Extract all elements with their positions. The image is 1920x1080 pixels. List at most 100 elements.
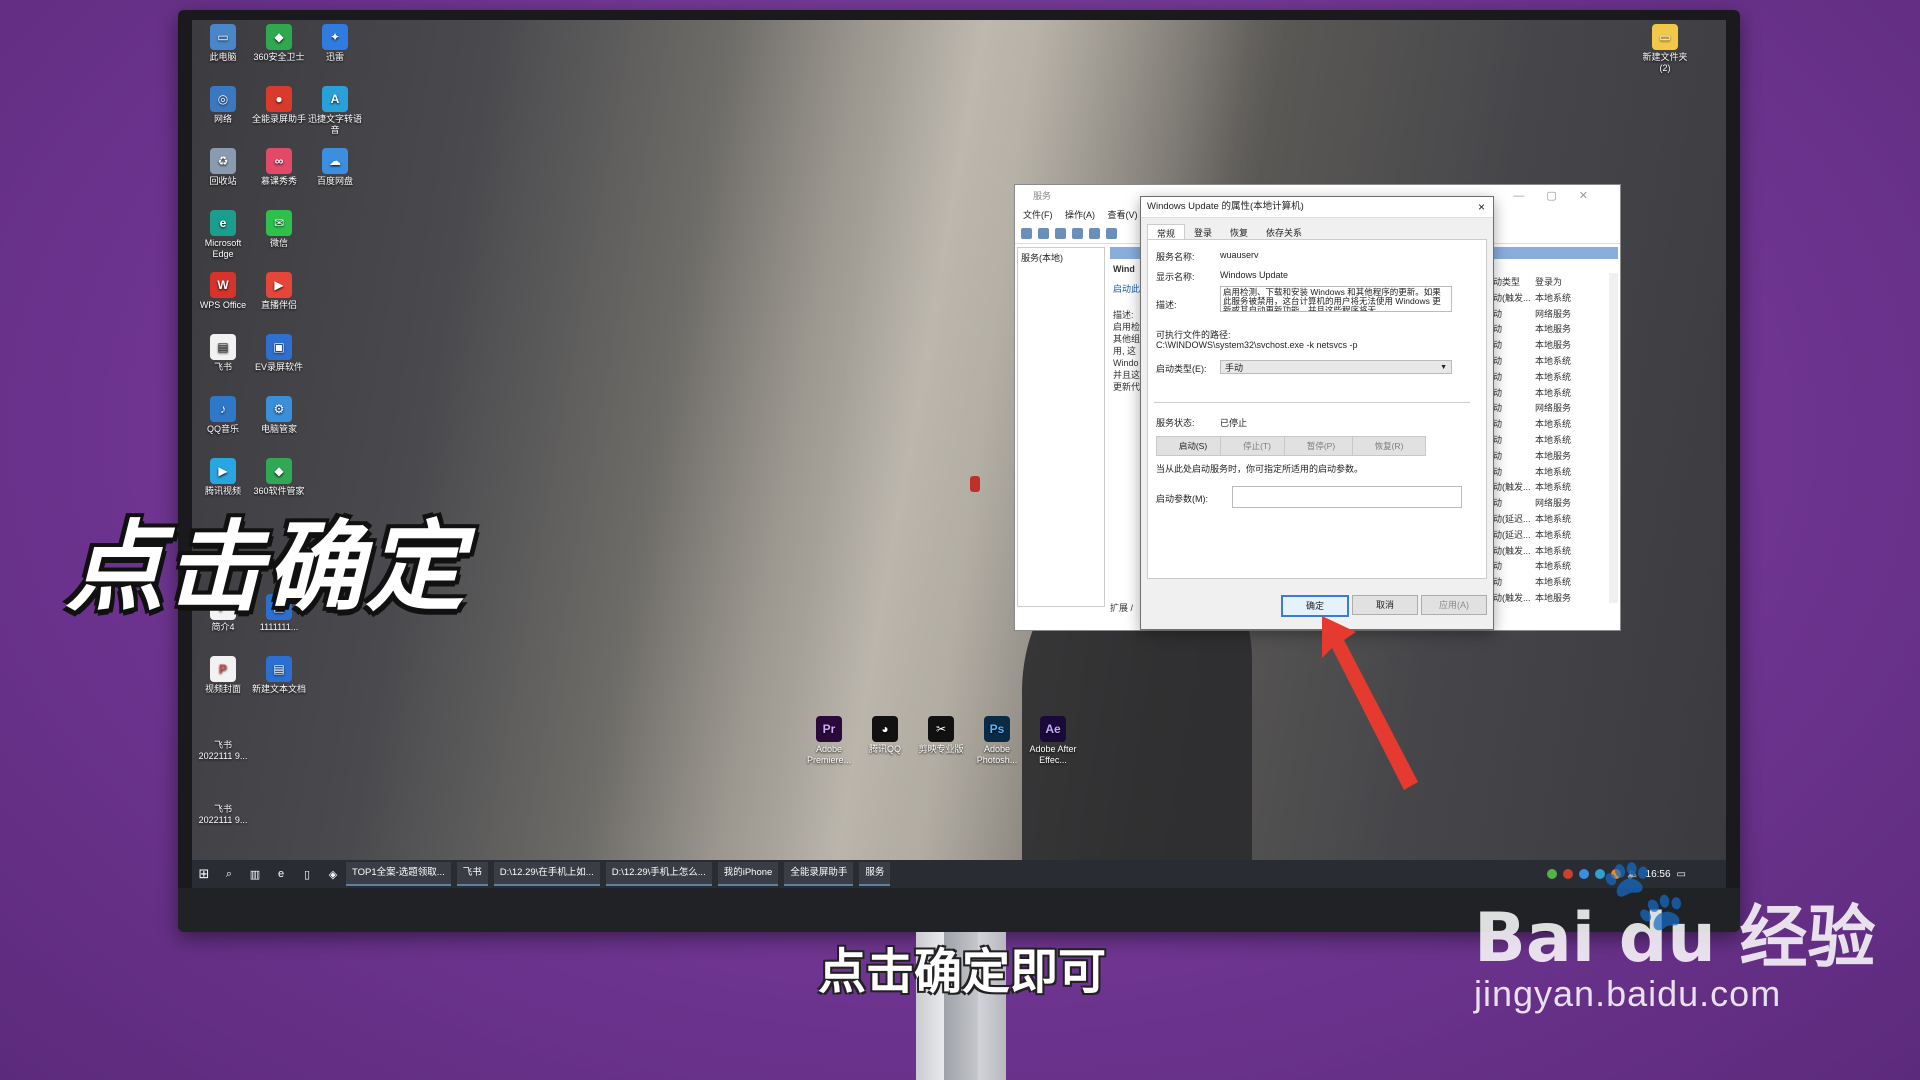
pause-button[interactable]: 暂停(P) (1284, 436, 1358, 456)
apply-button[interactable]: 应用(A) (1421, 595, 1487, 615)
tab-general[interactable]: 常规 (1147, 224, 1186, 240)
start-button[interactable]: 启动(S) (1156, 436, 1230, 456)
tab-logon[interactable]: 登录 (1185, 224, 1221, 240)
desktop-icon-muke[interactable]: ∞ 慕课秀秀 (252, 148, 306, 187)
table-row[interactable]: 动 本地服务 (1493, 338, 1603, 354)
desktop-icon-new-folder[interactable]: ▭ 新建文件夹 (2) (1638, 24, 1692, 74)
table-row[interactable]: 动(延迟... 本地系统 (1493, 528, 1603, 544)
search-icon[interactable]: ⌕ (216, 868, 242, 881)
resume-button[interactable]: 恢复(R) (1352, 436, 1426, 456)
table-row[interactable]: 动 本地系统 (1493, 386, 1603, 402)
desktop-icon-jianying[interactable]: ✂ 剪映专业版 (914, 716, 968, 755)
desktop-icon-recycle-bin[interactable]: ♻ 回收站 (196, 148, 250, 187)
desktop-icon-ev-recorder[interactable]: ▣ EV录屏软件 (252, 334, 306, 373)
description-box[interactable]: 启用检测、下载和安装 Windows 和其他程序的更新。如果此服务被禁用，这台计… (1220, 286, 1452, 312)
desktop-icon-feishu-file-2[interactable]: 飞书 2022111 9... (196, 804, 250, 826)
edge-taskbar-icon[interactable]: e (268, 868, 294, 880)
desktop-icon-feishu-file-1[interactable]: 飞书 2022111 9... (196, 740, 250, 762)
list-icon[interactable] (1072, 227, 1083, 239)
desktop-icon-this-pc[interactable]: ▭ 此电脑 (196, 24, 250, 63)
startup-type-cell: 动 (1493, 434, 1503, 445)
detail-line: 其他组 (1113, 334, 1141, 344)
services-tree: 服务(本地) (1017, 247, 1105, 607)
notepad-taskbar-icon[interactable]: ▯ (294, 868, 320, 881)
tray-app-icon[interactable] (1547, 869, 1558, 879)
startup-type-cell: 动 (1493, 498, 1503, 509)
menu-action[interactable]: 操作(A) (1065, 210, 1095, 220)
menu-view[interactable]: 查看(V) (1108, 210, 1138, 220)
desktop-icon-premiere[interactable]: Pr Adobe Premiere... (802, 716, 856, 766)
desktop-icon-network[interactable]: ◎ 网络 (196, 86, 250, 125)
table-row[interactable]: 动 本地系统 (1493, 417, 1603, 433)
menu-file[interactable]: 文件(F) (1023, 210, 1053, 220)
table-row[interactable]: 动 本地系统 (1493, 433, 1603, 449)
desktop-icon-qq[interactable]: ◕ 腾讯QQ (858, 716, 912, 755)
tray-recorder-icon[interactable] (1563, 869, 1574, 879)
desktop-icon-new-text[interactable]: ▤ 新建文本文档 (252, 656, 306, 695)
back-icon[interactable] (1021, 227, 1032, 239)
taskbar-item-recorder[interactable]: 全能录屏助手 (784, 862, 854, 886)
desktop-icon-video-cover[interactable]: P 视频封面 (196, 656, 250, 695)
desktop-icon-xunlei[interactable]: ✦ 迅雷 (308, 24, 362, 63)
table-row[interactable]: 动 本地系统 (1493, 559, 1603, 575)
start-params-hint: 当从此处启动服务时，你可指定所适用的启动参数。 (1156, 464, 1364, 474)
table-row[interactable]: 动(触发... 本地系统 (1493, 544, 1603, 560)
table-row[interactable]: 动(触发... 本地系统 (1493, 291, 1603, 307)
table-row[interactable]: 动 本地服务 (1493, 449, 1603, 465)
table-row[interactable]: 动(触发... 本地系统 (1493, 480, 1603, 496)
desktop-icon-edge[interactable]: e Microsoft Edge (196, 210, 250, 260)
table-row[interactable]: 动 本地系统 (1493, 354, 1603, 370)
taskbar-item-chrome[interactable]: TOP1全案-选题领取... (346, 862, 451, 886)
chat-icon: ✉ (266, 210, 292, 236)
desktop-icon-wps[interactable]: W WPS Office (196, 272, 250, 311)
table-row[interactable]: 动 网络服务 (1493, 307, 1603, 323)
desktop-icon-wechat[interactable]: ✉ 微信 (252, 210, 306, 249)
table-row[interactable]: 动 网络服务 (1493, 401, 1603, 417)
taskbar-item-feishu[interactable]: 飞书 (456, 862, 488, 886)
table-row[interactable]: 动(触发... 本地服务 (1493, 591, 1603, 607)
services-list-header[interactable]: 动类型 登录为 (1493, 275, 1603, 291)
export-icon[interactable] (1106, 227, 1117, 239)
tab-extended[interactable]: 扩展 / (1110, 601, 1133, 614)
table-row[interactable]: 动 网络服务 (1493, 496, 1603, 512)
tab-recovery[interactable]: 恢复 (1221, 224, 1257, 240)
windows-start-icon[interactable]: ⊞ (192, 866, 216, 882)
task-view-icon[interactable]: ▥ (242, 868, 268, 881)
table-row[interactable]: 动 本地系统 (1493, 575, 1603, 591)
desktop-icon-tts[interactable]: A 迅捷文字转语音 (308, 86, 362, 136)
desktop-icon-360[interactable]: ◆ 360安全卫士 (252, 24, 306, 63)
table-row[interactable]: 动 本地系统 (1493, 370, 1603, 386)
services-scrollbar[interactable] (1609, 273, 1618, 603)
desktop-icon-feishu[interactable]: ▤ 飞书 (196, 334, 250, 373)
desktop-icon-live[interactable]: ▶ 直播伴侣 (252, 272, 306, 311)
stop-button[interactable]: 停止(T) (1220, 436, 1294, 456)
taskbar-item-folder-1[interactable]: D:\12.29\在手机上如... (493, 862, 600, 886)
desktop-icon-baidu-netdisk[interactable]: ☁ 百度网盘 (308, 148, 362, 187)
refresh-icon[interactable] (1089, 227, 1100, 239)
app-taskbar-icon[interactable]: ◈ (320, 868, 346, 881)
desktop-icon-after-effects[interactable]: Ae Adobe After Effec... (1026, 716, 1080, 766)
tray-cloud-icon[interactable] (1579, 869, 1590, 879)
desktop-icon-pc-manager[interactable]: ⚙ 电脑管家 (252, 396, 306, 435)
taskbar-item-folder-2[interactable]: D:\12.29\手机上怎么... (605, 862, 712, 886)
tab-dependencies[interactable]: 依存关系 (1257, 224, 1311, 240)
close-icon[interactable]: × (1478, 197, 1485, 217)
taskbar-item-iphone[interactable]: 我的iPhone (717, 862, 779, 886)
console-tree-icon[interactable] (1055, 227, 1066, 239)
startup-type-select[interactable]: 手动 ▼ (1220, 360, 1452, 374)
forward-icon[interactable] (1038, 227, 1049, 239)
table-row[interactable]: 动 本地服务 (1493, 322, 1603, 338)
detail-line: 更新代 (1113, 382, 1141, 392)
detail-link[interactable]: 启动此 (1113, 283, 1143, 295)
start-params-input[interactable] (1232, 486, 1462, 508)
desktop-icon-photoshop[interactable]: Ps Adobe Photosh... (970, 716, 1024, 766)
text-file-icon: ▤ (266, 656, 292, 682)
table-row[interactable]: 动(延迟... 本地系统 (1493, 512, 1603, 528)
paw-icon: 🐾 (1600, 855, 1688, 933)
tree-item-services-local[interactable]: 服务(本地) (1021, 253, 1063, 263)
desktop-icon-qq-music[interactable]: ♪ QQ音乐 (196, 396, 250, 435)
startup-type-cell: 动(触发... (1493, 592, 1531, 603)
table-row[interactable]: 动 本地系统 (1493, 465, 1603, 481)
taskbar-item-services[interactable]: 服务 (859, 862, 891, 886)
desktop-icon-screen-recorder[interactable]: ● 全能录屏助手 (252, 86, 306, 125)
